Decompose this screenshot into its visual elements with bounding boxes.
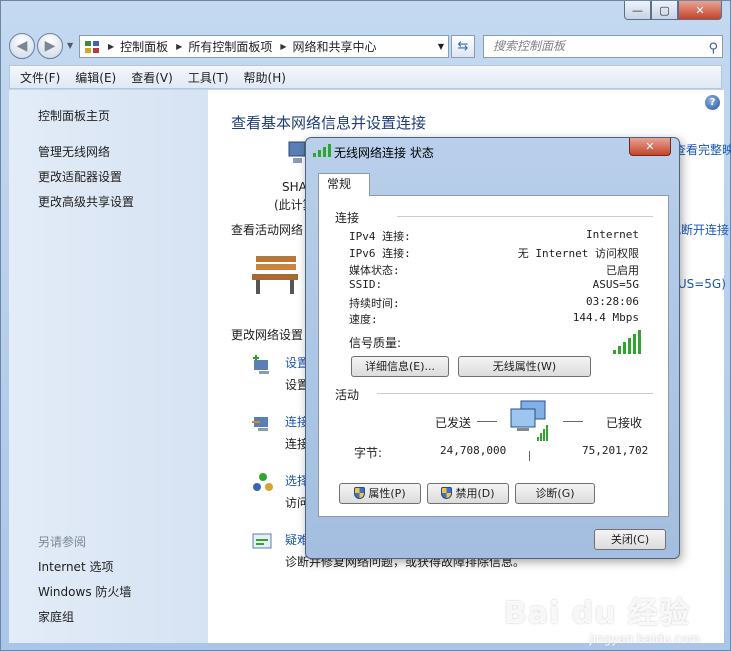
- bytes-label: 字节:: [354, 446, 383, 460]
- wireless-status-dialog: 无线网络连接 状态 ✕ 常规 连接 IPv4 连接: Internet IPv6 …: [305, 137, 680, 559]
- menu-bar: 文件(F) 编辑(E) 查看(V) 工具(T) 帮助(H): [9, 65, 722, 89]
- signal-quality-bars-icon: [613, 330, 641, 354]
- wireless-signal-icon: [313, 144, 331, 157]
- diagnose-button[interactable]: 诊断(G): [515, 483, 595, 504]
- sidebar-advanced-sharing[interactable]: 更改高级共享设置: [38, 193, 134, 210]
- see-also-homegroup[interactable]: 家庭组: [38, 608, 74, 625]
- search-icon[interactable]: ⚲: [708, 38, 718, 59]
- shield-icon: [354, 487, 366, 499]
- connect-network-icon: [252, 417, 268, 431]
- media-state-value: 已启用: [606, 264, 639, 277]
- back-arrow-icon: ◀: [16, 38, 28, 54]
- forward-arrow-icon: ▶: [44, 38, 56, 54]
- duration-label: 持续时间:: [349, 297, 400, 310]
- navigation-bar: ◀ ▶ ▼ ▶ 控制面板 ▶ 所有控制面板项 ▶ 网络和共享中心 ▼ ⇆ 搜索控…: [9, 33, 723, 59]
- tab-general[interactable]: 常规: [318, 173, 370, 196]
- general-tab-panel: 连接 IPv4 连接: Internet IPv6 连接: 无 Internet 访…: [318, 195, 669, 517]
- history-dropdown-icon[interactable]: ▼: [67, 41, 73, 50]
- close-dialog-button[interactable]: 关闭(C): [594, 529, 666, 550]
- bench-icon: [252, 256, 298, 294]
- back-button[interactable]: ◀: [9, 33, 35, 59]
- ipv6-label: IPv6 连接:: [349, 247, 411, 260]
- activity-divider: [377, 393, 653, 394]
- speed-value: 144.4 Mbps: [572, 311, 639, 324]
- sent-line: [477, 421, 497, 422]
- bytes-received-value: 75,201,702: [582, 444, 649, 457]
- dialog-title: 无线网络连接 状态: [334, 146, 434, 160]
- see-also-heading: 另请参阅: [38, 535, 87, 549]
- address-bar[interactable]: ▶ 控制面板 ▶ 所有控制面板项 ▶ 网络和共享中心 ▼: [79, 35, 449, 58]
- active-networks-heading: 查看活动网络: [231, 223, 304, 237]
- activity-vertical-line: [529, 451, 530, 461]
- menu-file[interactable]: 文件(F): [20, 69, 60, 86]
- refresh-button[interactable]: ⇆: [451, 35, 475, 58]
- duration-value: 03:28:06: [586, 295, 639, 308]
- see-also-internet-options[interactable]: Internet 选项: [38, 558, 113, 575]
- wireless-properties-button[interactable]: 无线属性(W): [458, 356, 591, 377]
- menu-tools[interactable]: 工具(T): [188, 69, 229, 86]
- properties-label: 属性(P): [368, 487, 406, 500]
- ssid-value: ASUS=5G: [592, 278, 639, 291]
- sidebar: 控制面板主页 管理无线网络 更改适配器设置 更改高级共享设置 另请参阅 Inte…: [9, 90, 208, 643]
- breadcrumb-all-items[interactable]: 所有控制面板项: [188, 38, 272, 55]
- disable-label: 禁用(D): [455, 487, 495, 500]
- menu-help[interactable]: 帮助(H): [244, 69, 286, 86]
- homegroup-icon: [253, 473, 273, 491]
- troubleshoot-icon: [252, 533, 272, 549]
- sent-label: 已发送: [435, 416, 472, 430]
- change-settings-heading: 更改网络设置: [231, 328, 304, 342]
- computer-name: SHA: [282, 180, 307, 194]
- see-full-map-link[interactable]: 查看完整映射: [674, 141, 731, 158]
- ssid-label: SSID:: [349, 278, 383, 291]
- search-input[interactable]: 搜索控制面板 ⚲: [483, 35, 723, 58]
- media-state-label: 媒体状态:: [349, 264, 400, 277]
- connection-section-title: 连接: [335, 211, 360, 225]
- close-window-button[interactable]: ✕: [678, 1, 722, 20]
- disable-button[interactable]: 禁用(D): [427, 483, 509, 504]
- ipv4-label: IPv4 连接:: [349, 230, 411, 243]
- menu-edit[interactable]: 编辑(E): [75, 69, 116, 86]
- dialog-close-button[interactable]: ✕: [629, 138, 671, 156]
- see-also-firewall[interactable]: Windows 防火墙: [38, 583, 131, 600]
- maximize-button[interactable]: ▢: [651, 1, 678, 20]
- connection-divider: [397, 216, 653, 217]
- page-title: 查看基本网络信息并设置连接: [231, 114, 427, 132]
- bytes-sent-value: 24,708,000: [440, 444, 507, 457]
- ipv4-value: Internet: [586, 228, 639, 241]
- breadcrumb-separator-icon: ▶: [176, 42, 183, 51]
- received-label: 已接收: [606, 416, 643, 430]
- new-connection-icon: [253, 355, 269, 374]
- address-dropdown-icon[interactable]: ▼: [438, 42, 444, 51]
- breadcrumb-separator-icon: ▶: [108, 42, 115, 51]
- help-icon[interactable]: ?: [705, 95, 720, 110]
- sidebar-manage-wireless[interactable]: 管理无线网络: [38, 143, 110, 160]
- breadcrumb-control-panel[interactable]: 控制面板: [120, 38, 168, 55]
- search-placeholder: 搜索控制面板: [493, 39, 566, 53]
- sidebar-adapter-settings[interactable]: 更改适配器设置: [38, 168, 122, 185]
- activity-section-title: 活动: [335, 388, 360, 402]
- breadcrumb-separator-icon: ▶: [280, 42, 287, 51]
- details-button[interactable]: 详细信息(E)...: [351, 356, 449, 377]
- watermark-brand: Bai du 经验: [503, 596, 690, 631]
- signal-label: 信号质量:: [349, 336, 402, 350]
- ipv6-value: 无 Internet 访问权限: [517, 247, 639, 260]
- minimize-button[interactable]: —: [624, 1, 651, 20]
- shield-icon: [441, 487, 453, 499]
- watermark-url: jingyan.baidu.com: [589, 632, 700, 646]
- speed-label: 速度:: [349, 313, 378, 326]
- sidebar-home-link[interactable]: 控制面板主页: [38, 107, 110, 124]
- network-computers-icon: [510, 400, 548, 441]
- caption-buttons: — ▢ ✕: [624, 1, 722, 20]
- forward-button[interactable]: ▶: [37, 33, 63, 59]
- refresh-icon: ⇆: [457, 39, 469, 54]
- properties-button[interactable]: 属性(P): [339, 483, 421, 504]
- breadcrumb-network-center[interactable]: 网络和共享中心: [293, 38, 377, 55]
- control-panel-icon: [85, 40, 99, 53]
- received-line: [563, 421, 583, 422]
- menu-view[interactable]: 查看(V): [131, 69, 173, 86]
